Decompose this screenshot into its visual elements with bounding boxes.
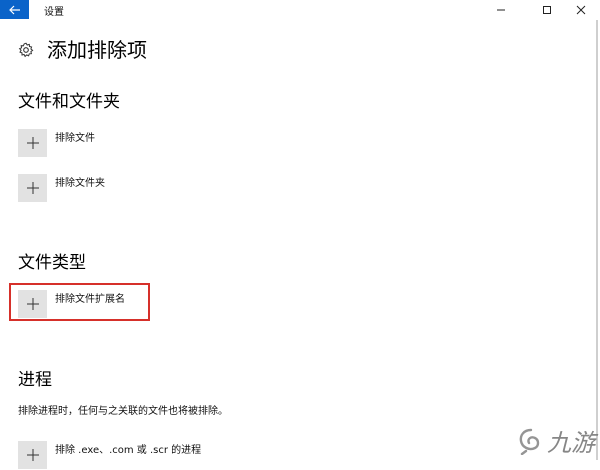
- page-title: 添加排除项: [47, 38, 147, 62]
- back-arrow-icon: [8, 5, 20, 14]
- swirl-logo-icon: [519, 428, 540, 455]
- plus-button[interactable]: [18, 441, 47, 469]
- process-description: 排除进程时，任何与之关联的文件也将被排除。: [18, 406, 228, 417]
- title-bar: 设置: [0, 0, 600, 19]
- page-header: 添加排除项: [18, 38, 147, 62]
- maximize-icon: [543, 5, 551, 14]
- section-title-process: 进程: [18, 370, 52, 390]
- section-title-file-types: 文件类型: [18, 253, 86, 273]
- highlight-box: [9, 283, 150, 321]
- scrollbar-thumb[interactable]: [596, 20, 598, 460]
- exclude-folder-button[interactable]: 排除文件夹: [18, 174, 105, 202]
- minimize-button[interactable]: [482, 0, 520, 19]
- exclude-file-label: 排除文件: [55, 133, 95, 144]
- plus-icon: [26, 182, 39, 194]
- exclude-process-label: 排除 .exe、.com 或 .scr 的进程: [55, 445, 202, 456]
- back-button[interactable]: [0, 0, 29, 19]
- close-icon: [576, 5, 586, 14]
- plus-icon: [26, 449, 39, 461]
- close-button[interactable]: [562, 0, 600, 19]
- window-title: 设置: [44, 7, 64, 18]
- plus-icon: [26, 137, 39, 149]
- maximize-button[interactable]: [528, 0, 566, 19]
- exclude-folder-label: 排除文件夹: [55, 178, 105, 189]
- exclude-file-button[interactable]: 排除文件: [18, 129, 95, 157]
- section-title-files: 文件和文件夹: [18, 92, 120, 112]
- plus-button[interactable]: [18, 174, 47, 202]
- watermark-text: 九游: [547, 429, 595, 457]
- watermark: 九游: [517, 423, 595, 458]
- plus-button[interactable]: [18, 129, 47, 157]
- exclude-process-button[interactable]: 排除 .exe、.com 或 .scr 的进程: [18, 441, 201, 469]
- minimize-icon: [497, 9, 505, 10]
- gear-icon: [18, 42, 34, 58]
